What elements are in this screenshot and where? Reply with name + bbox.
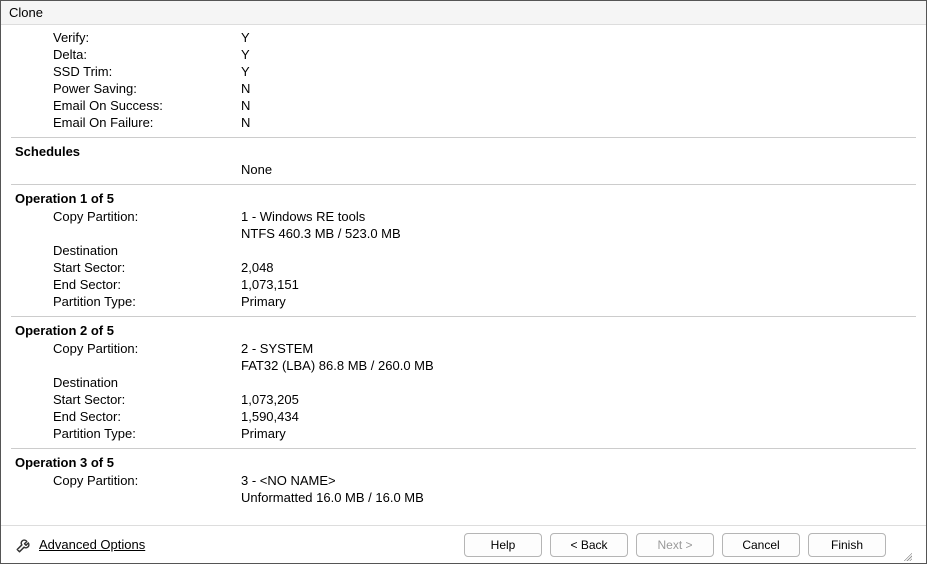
copy-partition-line2: NTFS 460.3 MB / 523.0 MB [241,225,401,242]
divider [11,137,916,138]
content-scroll[interactable]: Verify: Y Delta: Y SSD Trim: Y Power Sav… [1,25,926,525]
setting-row: Delta: Y [11,46,916,63]
divider [11,316,916,317]
copy-partition-line2: Unformatted 16.0 MB / 16.0 MB [241,489,424,506]
op-kv-row: Partition Type: Primary [11,293,916,310]
setting-row: Email On Failure: N [11,114,916,131]
op-kv-key: Start Sector: [11,259,241,276]
operation-heading: Operation 1 of 5 [11,189,916,208]
operation-heading: Operation 3 of 5 [11,453,916,472]
setting-row: Power Saving: N [11,80,916,97]
copy-partition-label: Copy Partition: [11,472,241,489]
next-button: Next > [636,533,714,557]
copy-partition-row: Copy Partition: 1 - Windows RE tools [11,208,916,225]
finish-button[interactable]: Finish [808,533,886,557]
copy-partition-row: Copy Partition: 3 - <NO NAME> [11,472,916,489]
destination-label: Destination [11,242,916,259]
wrench-icon [15,536,33,554]
op-kv-key: Start Sector: [11,391,241,408]
op-kv-val: 1,073,151 [241,276,916,293]
schedules-value: None [241,161,272,178]
help-button[interactable]: Help [464,533,542,557]
op-kv-row: Partition Type: Primary [11,425,916,442]
setting-val: Y [241,46,916,63]
copy-partition-row: Copy Partition: 2 - SYSTEM [11,340,916,357]
setting-val: N [241,114,916,131]
setting-row: Email On Success: N [11,97,916,114]
setting-key: Power Saving: [11,80,241,97]
destination-label: Destination [11,374,916,391]
copy-partition-label: Copy Partition: [11,340,241,357]
schedules-heading: Schedules [11,142,916,161]
op-kv-row: End Sector: 1,073,151 [11,276,916,293]
setting-val: Y [241,29,916,46]
copy-partition-line1: 3 - <NO NAME> [241,472,336,489]
copy-partition-row2: NTFS 460.3 MB / 523.0 MB [11,225,916,242]
setting-key: Email On Success: [11,97,241,114]
setting-key: Verify: [11,29,241,46]
resize-grip-icon[interactable] [898,547,912,561]
op-kv-row: Start Sector: 2,048 [11,259,916,276]
setting-row: Verify: Y [11,29,916,46]
setting-key: Delta: [11,46,241,63]
copy-partition-label: Copy Partition: [11,208,241,225]
operation-heading: Operation 2 of 5 [11,321,916,340]
setting-key: Email On Failure: [11,114,241,131]
op-kv-val: Primary [241,425,916,442]
copy-partition-row2: FAT32 (LBA) 86.8 MB / 260.0 MB [11,357,916,374]
back-button[interactable]: < Back [550,533,628,557]
copy-partition-line1: 2 - SYSTEM [241,340,313,357]
setting-key: SSD Trim: [11,63,241,80]
op-kv-row: End Sector: 1,590,434 [11,408,916,425]
divider [11,184,916,185]
op-kv-key: End Sector: [11,276,241,293]
schedules-value-row: None [11,161,916,178]
setting-row: SSD Trim: Y [11,63,916,80]
op-kv-val: Primary [241,293,916,310]
op-kv-row: Start Sector: 1,073,205 [11,391,916,408]
footer-bar: Advanced Options Help < Back Next > Canc… [1,525,926,563]
setting-val: Y [241,63,916,80]
window-title: Clone [1,1,926,25]
op-kv-key: Partition Type: [11,293,241,310]
copy-partition-row2: Unformatted 16.0 MB / 16.0 MB [11,489,916,506]
setting-val: N [241,97,916,114]
settings-block: Verify: Y Delta: Y SSD Trim: Y Power Sav… [11,29,916,131]
op-kv-key: End Sector: [11,408,241,425]
op-kv-key: Partition Type: [11,425,241,442]
setting-val: N [241,80,916,97]
copy-partition-line1: 1 - Windows RE tools [241,208,365,225]
op-kv-val: 2,048 [241,259,916,276]
advanced-options-link[interactable]: Advanced Options [39,537,145,552]
cancel-button[interactable]: Cancel [722,533,800,557]
divider [11,448,916,449]
op-kv-val: 1,073,205 [241,391,916,408]
op-kv-val: 1,590,434 [241,408,916,425]
copy-partition-line2: FAT32 (LBA) 86.8 MB / 260.0 MB [241,357,434,374]
